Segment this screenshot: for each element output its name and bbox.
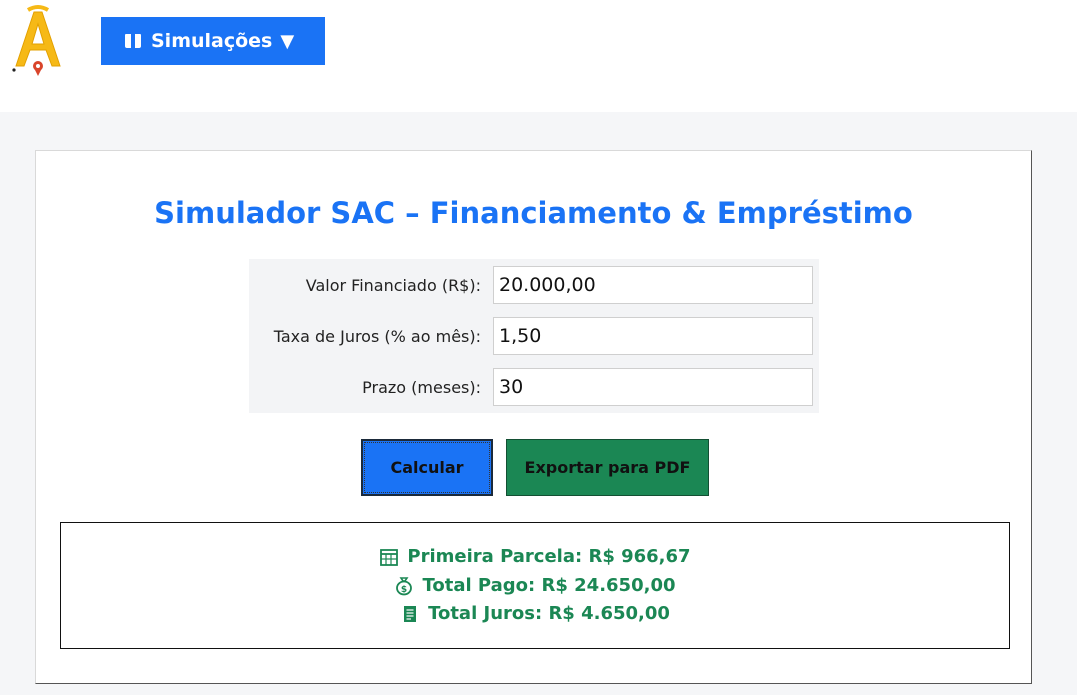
rate-label: Taxa de Juros (% ao mês): xyxy=(273,327,481,346)
result-first-installment: Primeira Parcela: R$ 966,67 xyxy=(61,546,1009,567)
menu-label: Simulações xyxy=(151,30,273,52)
form-row-term: Prazo (meses): xyxy=(249,368,819,408)
amount-input[interactable] xyxy=(493,266,813,304)
box-icon xyxy=(123,31,143,51)
page-title: Simulador SAC – Financiamento & Emprésti… xyxy=(154,196,913,230)
calendar-icon xyxy=(379,547,399,567)
receipt-icon xyxy=(400,604,420,624)
simulations-menu-button[interactable]: Simulações ▼ xyxy=(101,17,325,65)
result-total-interest: Total Juros: R$ 4.650,00 xyxy=(61,603,1009,624)
results-panel: Primeira Parcela: R$ 966,67 $ Total Pago… xyxy=(60,522,1010,649)
calculate-button[interactable]: Calcular xyxy=(361,439,493,496)
simulation-form: Valor Financiado (R$): Taxa de Juros (% … xyxy=(249,259,819,413)
top-bar: Simulações ▼ xyxy=(0,0,1077,112)
result-text: Primeira Parcela: R$ 966,67 xyxy=(407,546,691,567)
term-label: Prazo (meses): xyxy=(362,378,481,397)
result-total-paid: $ Total Pago: R$ 24.650,00 xyxy=(61,575,1009,596)
rate-input[interactable] xyxy=(493,317,813,355)
export-pdf-button[interactable]: Exportar para PDF xyxy=(506,439,709,496)
logo[interactable] xyxy=(8,4,68,80)
logo-icon xyxy=(12,5,61,76)
money-bag-icon: $ xyxy=(394,576,414,596)
form-row-amount: Valor Financiado (R$): xyxy=(249,266,819,306)
form-row-rate: Taxa de Juros (% ao mês): xyxy=(249,317,819,357)
result-text: Total Pago: R$ 24.650,00 xyxy=(422,575,676,596)
result-text: Total Juros: R$ 4.650,00 xyxy=(428,603,670,624)
term-input[interactable] xyxy=(493,368,813,406)
chevron-down-icon: ▼ xyxy=(280,30,295,52)
amount-label: Valor Financiado (R$): xyxy=(305,276,481,295)
svg-text:$: $ xyxy=(401,585,407,595)
